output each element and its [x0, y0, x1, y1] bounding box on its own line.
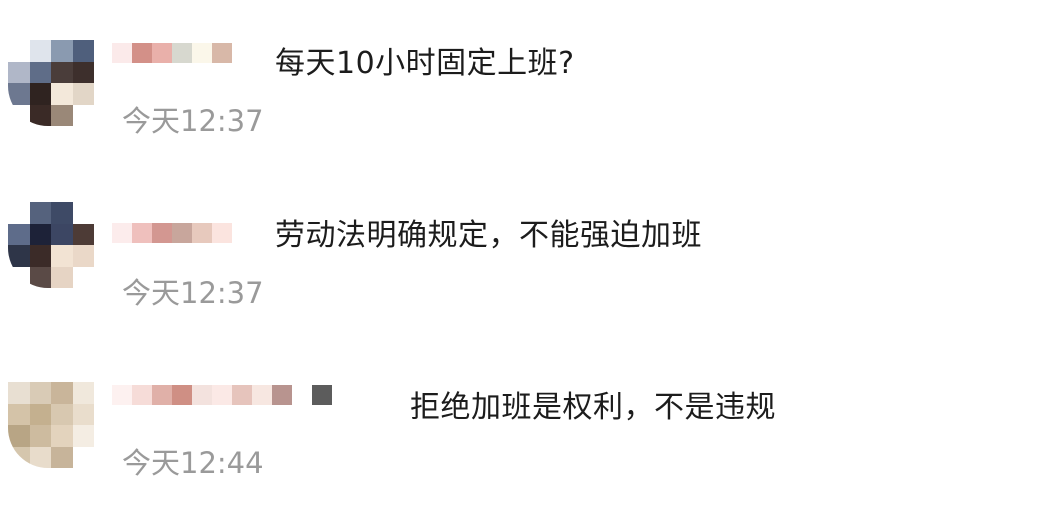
comment-time: 今天12:44 — [122, 446, 264, 480]
avatar-pixel — [29, 425, 51, 447]
username-pixel — [272, 385, 292, 405]
avatar-pixel — [8, 104, 30, 126]
avatar-pixel — [29, 446, 51, 468]
comment-item: 拒绝加班是权利，不是违规 今天12:44 — [0, 340, 1064, 480]
avatar-pixel — [72, 245, 94, 267]
comment-time: 今天12:37 — [122, 104, 264, 138]
avatar-pixel — [8, 223, 30, 245]
username-pixel — [212, 223, 232, 243]
username-pixel — [172, 385, 192, 405]
avatar-pixel — [51, 245, 73, 267]
username-pixel — [132, 223, 152, 243]
avatar-pixel — [72, 83, 94, 105]
comment-time: 今天12:37 — [122, 276, 264, 310]
avatar-pixel — [72, 382, 94, 404]
avatar-pixel — [72, 61, 94, 83]
comment-text: 每天10小时固定上班? — [275, 46, 575, 81]
avatar-pixel — [51, 61, 73, 83]
avatar-pixel — [8, 61, 30, 83]
avatar-pixel — [29, 40, 51, 62]
username-blurred[interactable] — [112, 222, 232, 244]
username-pixel — [172, 43, 192, 63]
username-pixel — [152, 223, 172, 243]
avatar-pixel — [51, 425, 73, 447]
avatar-pixel — [51, 382, 73, 404]
avatar-pixel — [29, 245, 51, 267]
avatar-pixel — [8, 403, 30, 425]
username-pixel — [132, 43, 152, 63]
comment-item: 每天10小时固定上班? 今天12:37 — [0, 0, 1064, 140]
avatar-pixel — [29, 83, 51, 105]
avatar-pixel — [8, 446, 30, 468]
avatar-pixel — [51, 104, 73, 126]
username-pixel — [172, 223, 192, 243]
avatar-pixel — [29, 403, 51, 425]
avatar-pixel — [8, 40, 30, 62]
username-pixel — [132, 385, 152, 405]
username-pixel — [112, 43, 132, 63]
avatar-pixel — [8, 83, 30, 105]
avatar-pixel — [51, 202, 73, 224]
comment-text: 劳动法明确规定，不能强迫加班 — [275, 218, 702, 253]
avatar-pixel — [51, 223, 73, 245]
avatar-pixel — [72, 266, 94, 288]
avatar[interactable] — [8, 202, 94, 288]
avatar-pixel — [29, 202, 51, 224]
avatar-pixel — [29, 382, 51, 404]
avatar-pixel — [8, 382, 30, 404]
avatar-pixel — [29, 61, 51, 83]
avatar-pixel — [8, 266, 30, 288]
avatar-pixel — [8, 425, 30, 447]
avatar-pixel — [72, 223, 94, 245]
avatar-pixel — [72, 446, 94, 468]
username-pixel — [192, 385, 212, 405]
avatar[interactable] — [8, 40, 94, 126]
username-pixel — [212, 385, 232, 405]
username-blurred[interactable] — [112, 384, 332, 406]
avatar-pixel — [51, 403, 73, 425]
username-pixel — [152, 43, 172, 63]
avatar-pixel — [72, 202, 94, 224]
avatar-pixel — [29, 266, 51, 288]
avatar-pixel — [72, 403, 94, 425]
avatar-pixel — [72, 40, 94, 62]
username-pixel — [232, 385, 252, 405]
avatar-pixel — [72, 425, 94, 447]
avatar[interactable] — [8, 382, 94, 468]
avatar-pixel — [72, 104, 94, 126]
avatar-pixel — [8, 245, 30, 267]
avatar-pixel — [51, 83, 73, 105]
avatar-pixel — [29, 104, 51, 126]
comment-item: 劳动法明确规定，不能强迫加班 今天12:37 — [0, 170, 1064, 310]
username-pixel — [152, 385, 172, 405]
username-pixel — [112, 385, 132, 405]
username-pixel — [192, 43, 212, 63]
username-pixel — [192, 223, 212, 243]
avatar-pixel — [29, 223, 51, 245]
username-pixel — [292, 385, 312, 405]
avatar-pixel — [51, 446, 73, 468]
username-pixel — [112, 223, 132, 243]
username-pixel — [252, 385, 272, 405]
avatar-pixel — [51, 40, 73, 62]
avatar-pixel — [8, 202, 30, 224]
username-blurred[interactable] — [112, 42, 232, 64]
username-pixel — [212, 43, 232, 63]
comment-text: 拒绝加班是权利，不是违规 — [410, 390, 776, 425]
avatar-pixel — [51, 266, 73, 288]
username-pixel — [312, 385, 332, 405]
